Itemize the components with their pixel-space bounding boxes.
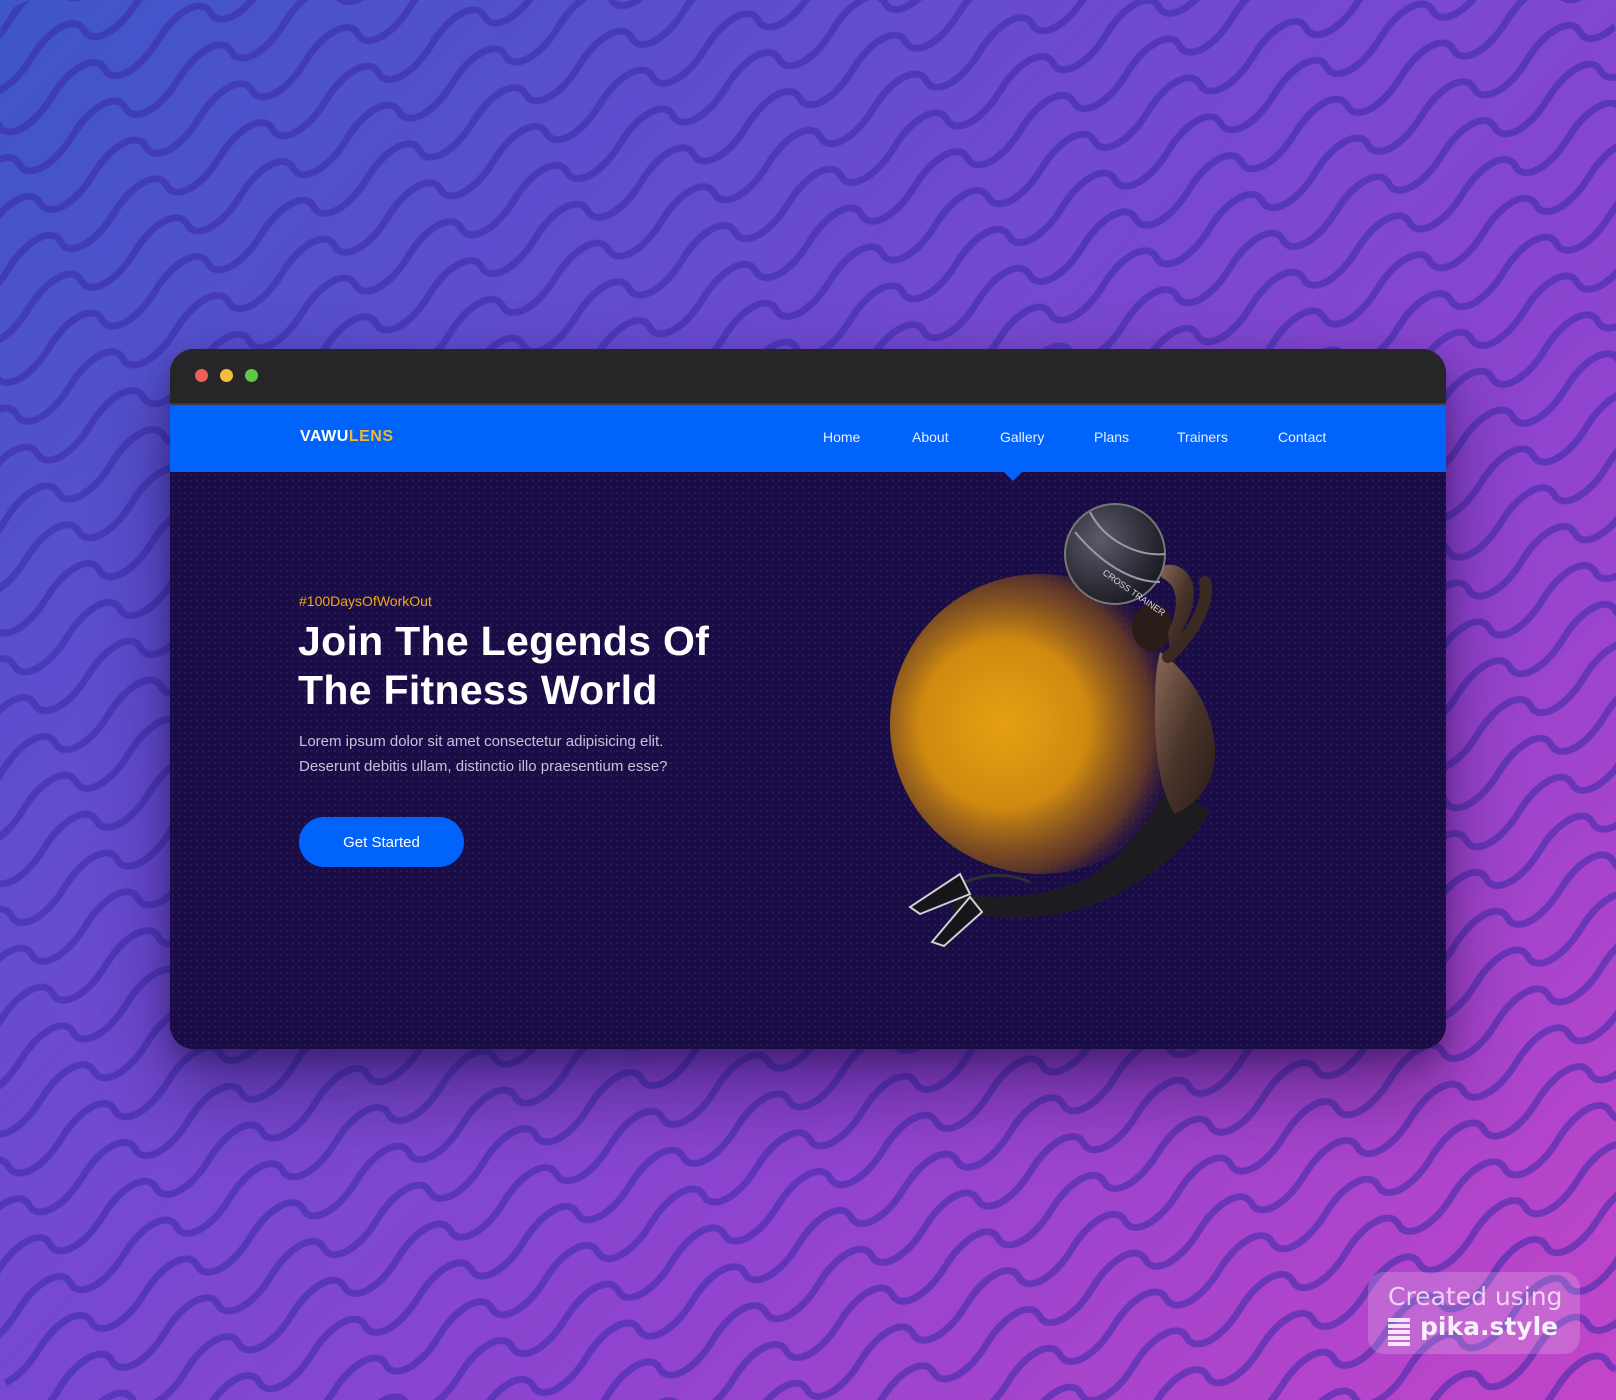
nav-contact[interactable]: Contact bbox=[1278, 429, 1326, 445]
watermark-line-2: pika.style bbox=[1420, 1312, 1559, 1341]
top-navbar: VAWULENS Home About Gallery Plans Traine… bbox=[170, 405, 1446, 472]
close-window-button[interactable] bbox=[195, 369, 208, 382]
browser-window: #100DaysOfWorkOut Join The Legends Of Th… bbox=[170, 349, 1446, 1049]
nav-about[interactable]: About bbox=[912, 429, 949, 445]
pika-logo-icon bbox=[1388, 1318, 1410, 1346]
minimize-window-button[interactable] bbox=[220, 369, 233, 382]
watermark-badge: Created using pika.style bbox=[1368, 1272, 1580, 1354]
hero-tagline: #100DaysOfWorkOut bbox=[299, 593, 432, 609]
athlete-illustration: CROSS TRAINER bbox=[890, 503, 1215, 948]
nav-plans[interactable]: Plans bbox=[1094, 429, 1129, 445]
description-line-1: Lorem ipsum dolor sit amet consectetur a… bbox=[299, 733, 664, 750]
description-line-2: Deserunt debitis ullam, distinctio illo … bbox=[299, 758, 668, 775]
headline-line-1: Join The Legends Of bbox=[298, 618, 710, 664]
headline-line-2: The Fitness World bbox=[298, 667, 658, 713]
hero-description: Lorem ipsum dolor sit amet consectetur a… bbox=[299, 729, 759, 779]
nav-home[interactable]: Home bbox=[823, 429, 860, 445]
watermark-line-1: Created using bbox=[1388, 1282, 1563, 1311]
hero-section: #100DaysOfWorkOut Join The Legends Of Th… bbox=[170, 472, 1446, 1049]
nav-trainers[interactable]: Trainers bbox=[1177, 429, 1228, 445]
nav-menu: Home About Gallery Plans Trainers Contac… bbox=[170, 429, 1446, 449]
maximize-window-button[interactable] bbox=[245, 369, 258, 382]
active-nav-indicator bbox=[1004, 472, 1022, 481]
nav-gallery[interactable]: Gallery bbox=[1000, 429, 1044, 445]
window-titlebar bbox=[170, 349, 1446, 405]
hero-headline: Join The Legends Of The Fitness World bbox=[298, 617, 818, 715]
get-started-button[interactable]: Get Started bbox=[299, 817, 464, 867]
athlete-torso bbox=[1155, 652, 1215, 814]
